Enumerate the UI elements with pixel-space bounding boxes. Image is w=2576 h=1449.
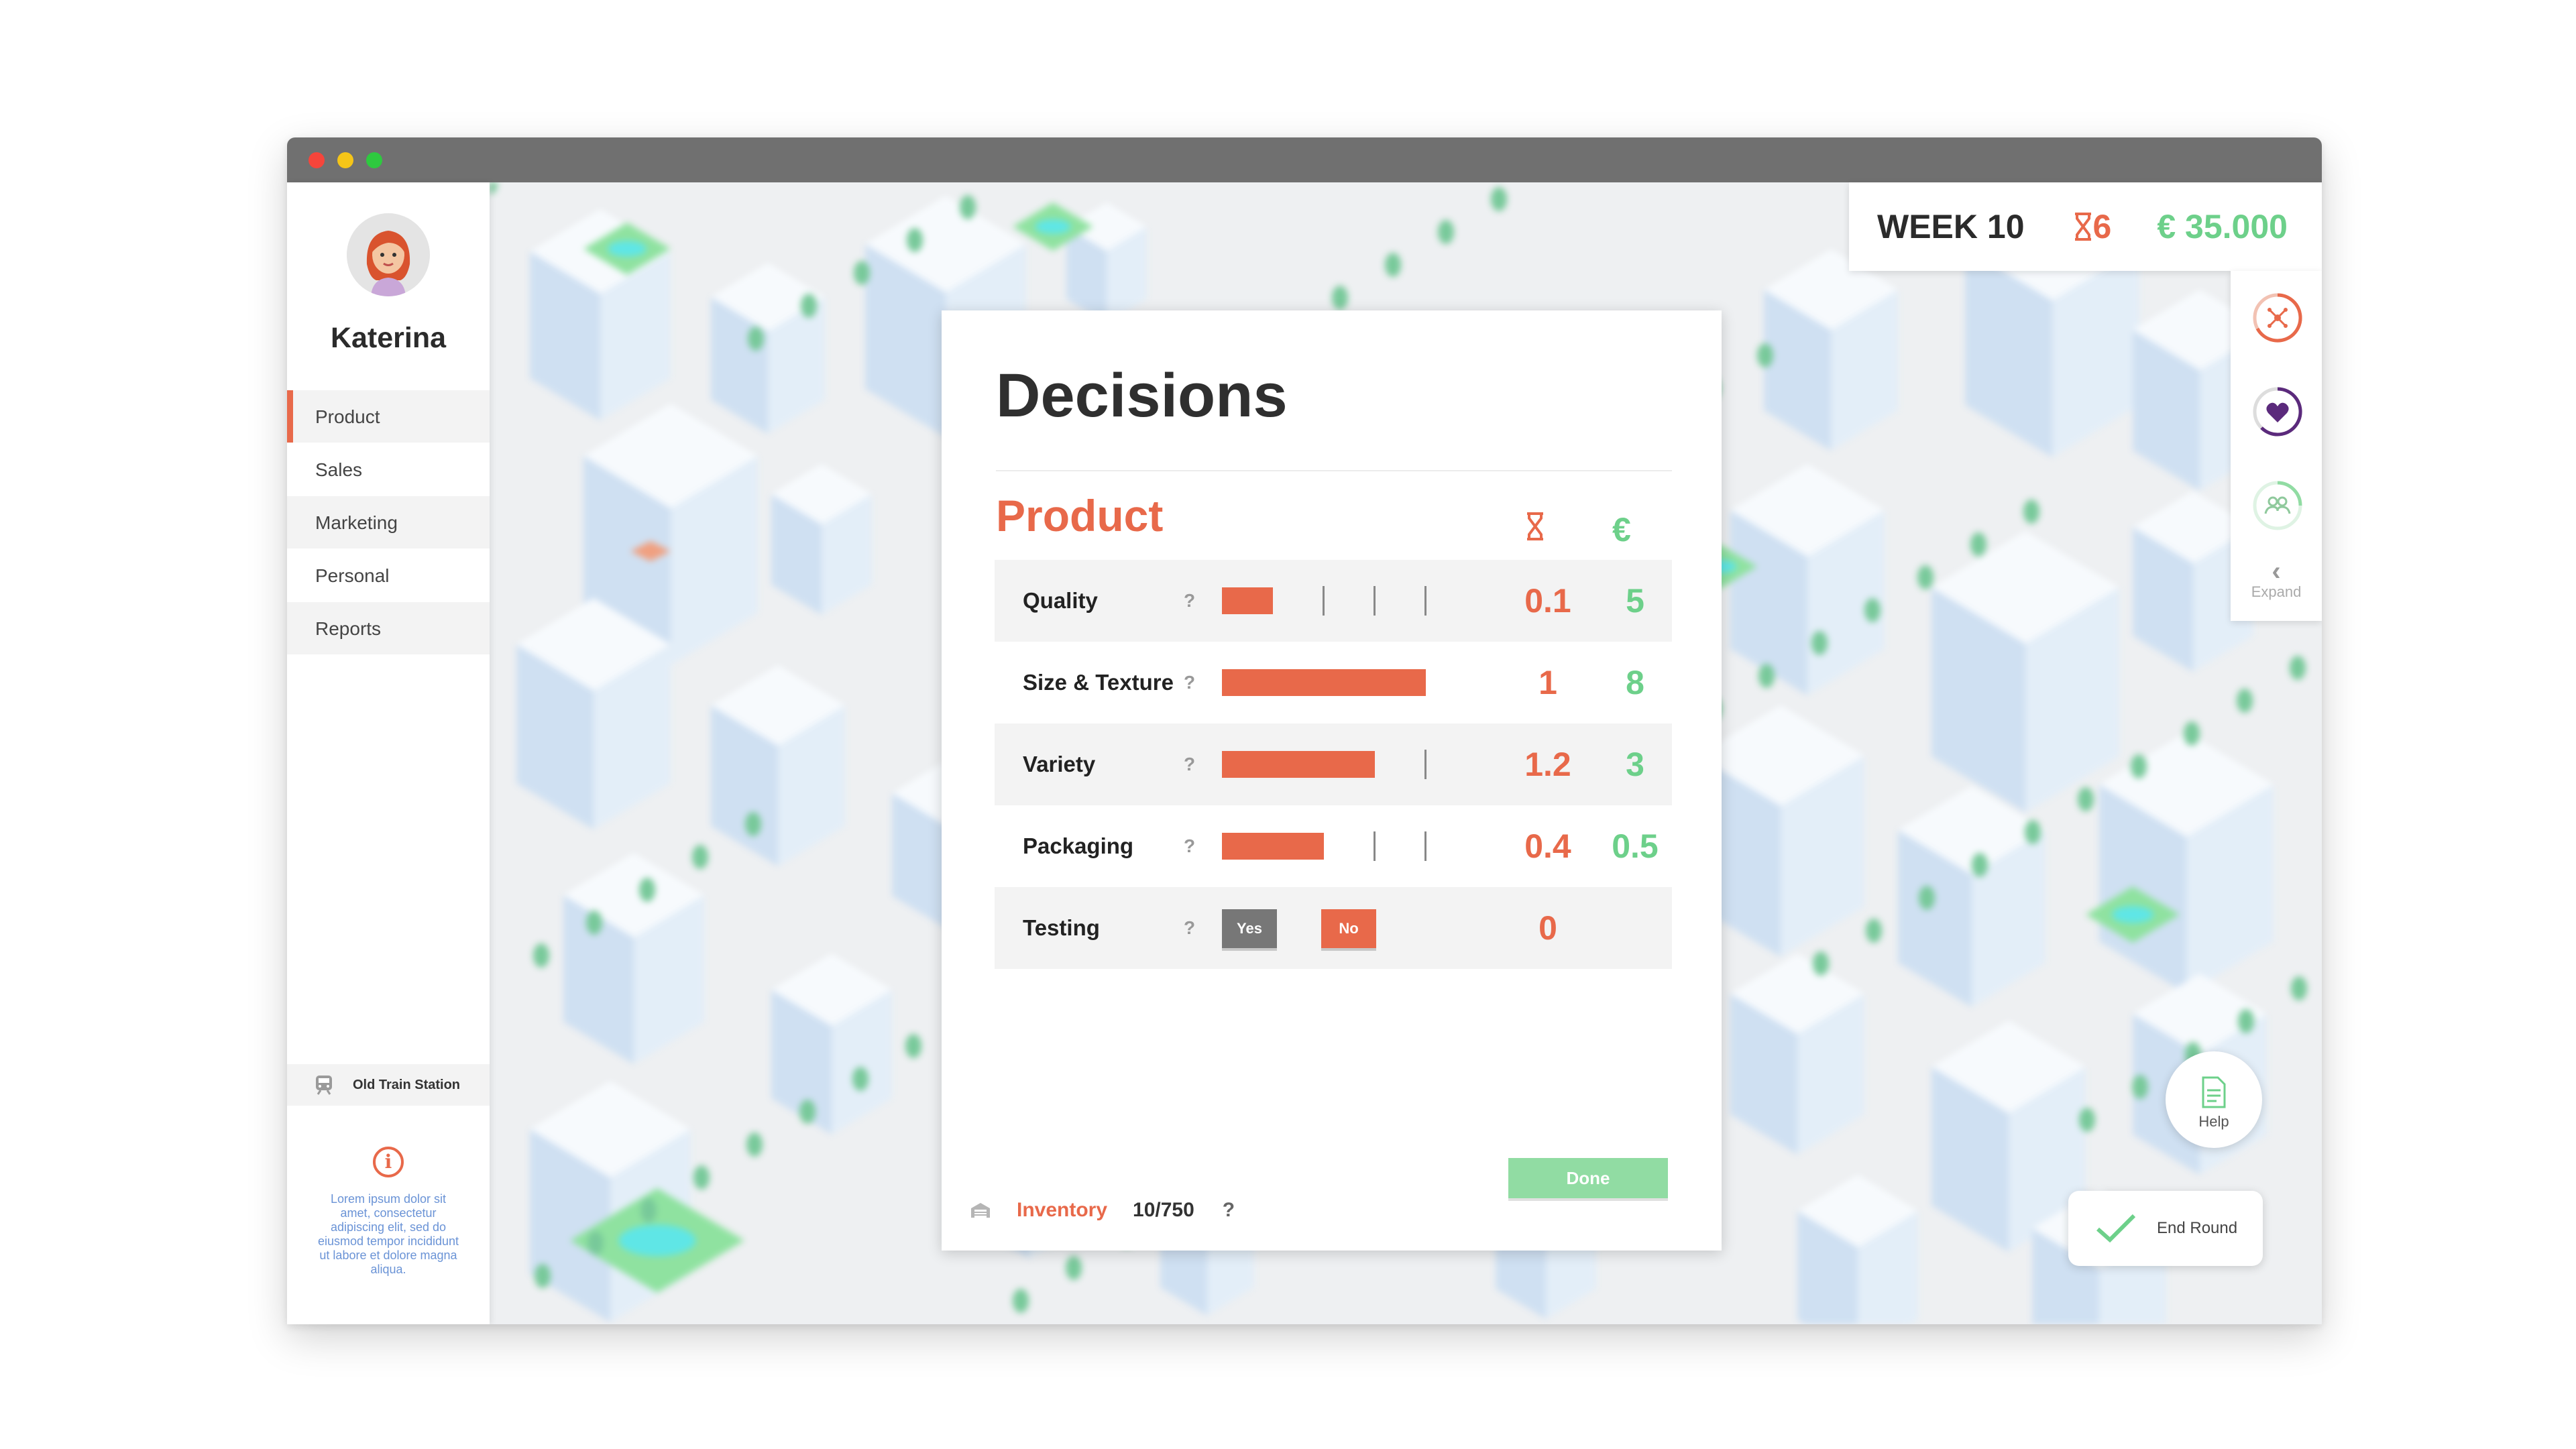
cost-value: 0.5	[1612, 827, 1659, 865]
window-titlebar	[287, 137, 2322, 182]
time-value: 1	[1538, 664, 1557, 701]
time-counter: 6	[2073, 207, 2112, 246]
player-avatar[interactable]	[347, 213, 430, 296]
sidebar-item-personal[interactable]: Personal	[287, 549, 490, 602]
done-button[interactable]: Done	[1508, 1158, 1668, 1198]
help-label: Help	[2198, 1113, 2229, 1130]
help-question-icon[interactable]: ?	[1184, 560, 1195, 642]
maximize-window-button[interactable]	[366, 152, 382, 168]
section-title: Product	[996, 491, 1164, 540]
right-rail: ‹ Expand	[2231, 271, 2322, 621]
inventory-help-icon[interactable]: ?	[1223, 1199, 1235, 1222]
decision-row-size-texture: Size & Texture ? 1 8	[995, 642, 1672, 723]
decision-rows: Quality ? 0.1 5 Size & Texture ? 1 8 Var…	[995, 560, 1672, 969]
decision-row-variety: Variety ? 1.2 3	[995, 723, 1672, 805]
team-icon	[2253, 481, 2302, 530]
level-step-tick[interactable]	[1374, 586, 1376, 616]
level-step-tick[interactable]	[1424, 831, 1426, 861]
network-icon	[2253, 293, 2302, 343]
level-bar-fill	[1222, 751, 1375, 778]
cost-value: 5	[1626, 582, 1644, 620]
time-value: 1.2	[1524, 746, 1571, 783]
check-icon	[2096, 1214, 2136, 1243]
inventory-value: 10/750	[1133, 1199, 1194, 1221]
hourglass-icon	[1527, 512, 1543, 540]
satisfaction-button[interactable]	[2251, 385, 2304, 439]
player-name: Katerina	[330, 322, 447, 354]
warehouse-icon	[971, 1203, 990, 1218]
location-label: Old Train Station	[353, 1077, 461, 1092]
sidebar-nav: Product Sales Marketing Personal Reports	[287, 390, 490, 655]
team-button[interactable]	[2251, 479, 2304, 532]
decision-row-packaging: Packaging ? 0.4 0.5	[995, 805, 1672, 887]
sidebar-item-reports[interactable]: Reports	[287, 602, 490, 655]
close-window-button[interactable]	[309, 152, 325, 168]
sidebar-item-product[interactable]: Product	[287, 390, 490, 443]
end-round-button[interactable]: End Round	[2068, 1191, 2263, 1266]
time-column-header	[1525, 510, 1545, 549]
heart-icon	[2253, 387, 2302, 437]
time-value: 0.1	[1524, 582, 1571, 620]
level-step-tick[interactable]	[1374, 831, 1376, 861]
network-button[interactable]	[2251, 291, 2304, 345]
hourglass-icon	[2074, 213, 2091, 241]
level-step-tick[interactable]	[1424, 586, 1426, 616]
title-divider	[996, 470, 1672, 471]
row-label: Packaging	[1023, 833, 1134, 858]
help-question-icon[interactable]: ?	[1184, 887, 1195, 969]
money-counter: € 35.000	[2157, 208, 2288, 245]
sidebar: Katerina Product Sales Marketing Persona…	[287, 182, 490, 1324]
location-indicator[interactable]: Old Train Station	[287, 1064, 490, 1106]
testing-no-button[interactable]: No	[1321, 909, 1376, 948]
game-status-bar: WEEK 10 6 € 35.000	[1849, 182, 2322, 271]
sidebar-item-marketing[interactable]: Marketing	[287, 496, 490, 549]
time-value: 6	[2092, 208, 2112, 245]
level-bar-fill	[1222, 833, 1324, 860]
row-label: Quality	[1023, 588, 1098, 613]
expand-label: Expand	[2251, 583, 2302, 600]
week-counter: WEEK 10	[1877, 208, 2025, 245]
cost-column-header: €	[1612, 511, 1631, 548]
avatar-image	[347, 213, 430, 296]
cost-value: 8	[1626, 664, 1644, 701]
help-button[interactable]: Help	[2166, 1051, 2262, 1148]
time-value: 0	[1538, 909, 1557, 947]
inventory-info: Inventory 10/750 ?	[970, 1190, 1235, 1230]
app-window: Katerina Product Sales Marketing Persona…	[287, 137, 2322, 1324]
help-question-icon[interactable]: ?	[1184, 805, 1195, 887]
decision-row-quality: Quality ? 0.1 5	[995, 560, 1672, 642]
level-step-tick[interactable]	[1323, 586, 1325, 616]
inventory-label: Inventory	[1017, 1199, 1108, 1221]
decision-row-testing: Testing ? Yes No 0	[995, 887, 1672, 969]
panel-title: Decisions	[996, 361, 1288, 430]
document-icon	[2202, 1076, 2226, 1108]
row-label: Variety	[1023, 752, 1096, 776]
end-round-label: End Round	[2157, 1219, 2238, 1237]
minimize-window-button[interactable]	[337, 152, 353, 168]
level-step-tick[interactable]	[1424, 750, 1426, 779]
testing-yes-button[interactable]: Yes	[1222, 909, 1277, 948]
sidebar-item-sales[interactable]: Sales	[287, 443, 490, 496]
row-label: Testing	[1023, 915, 1100, 940]
chevron-left-icon: ‹	[2272, 557, 2281, 586]
time-value: 0.4	[1524, 827, 1571, 865]
level-bar-fill	[1222, 669, 1426, 696]
help-question-icon[interactable]: ?	[1184, 642, 1195, 723]
train-icon	[316, 1076, 332, 1095]
info-text: Lorem ipsum dolor sit amet, consectetur …	[317, 1192, 459, 1276]
expand-button[interactable]: ‹ Expand	[2231, 557, 2322, 601]
row-label: Size & Texture	[1023, 670, 1174, 695]
decisions-panel: Decisions Product € Quality ? 0.1 5 Size…	[942, 310, 1722, 1251]
cost-value: 3	[1626, 746, 1644, 783]
help-question-icon[interactable]: ?	[1184, 723, 1195, 805]
info-icon[interactable]: i	[373, 1147, 404, 1177]
level-bar-fill	[1222, 587, 1273, 614]
